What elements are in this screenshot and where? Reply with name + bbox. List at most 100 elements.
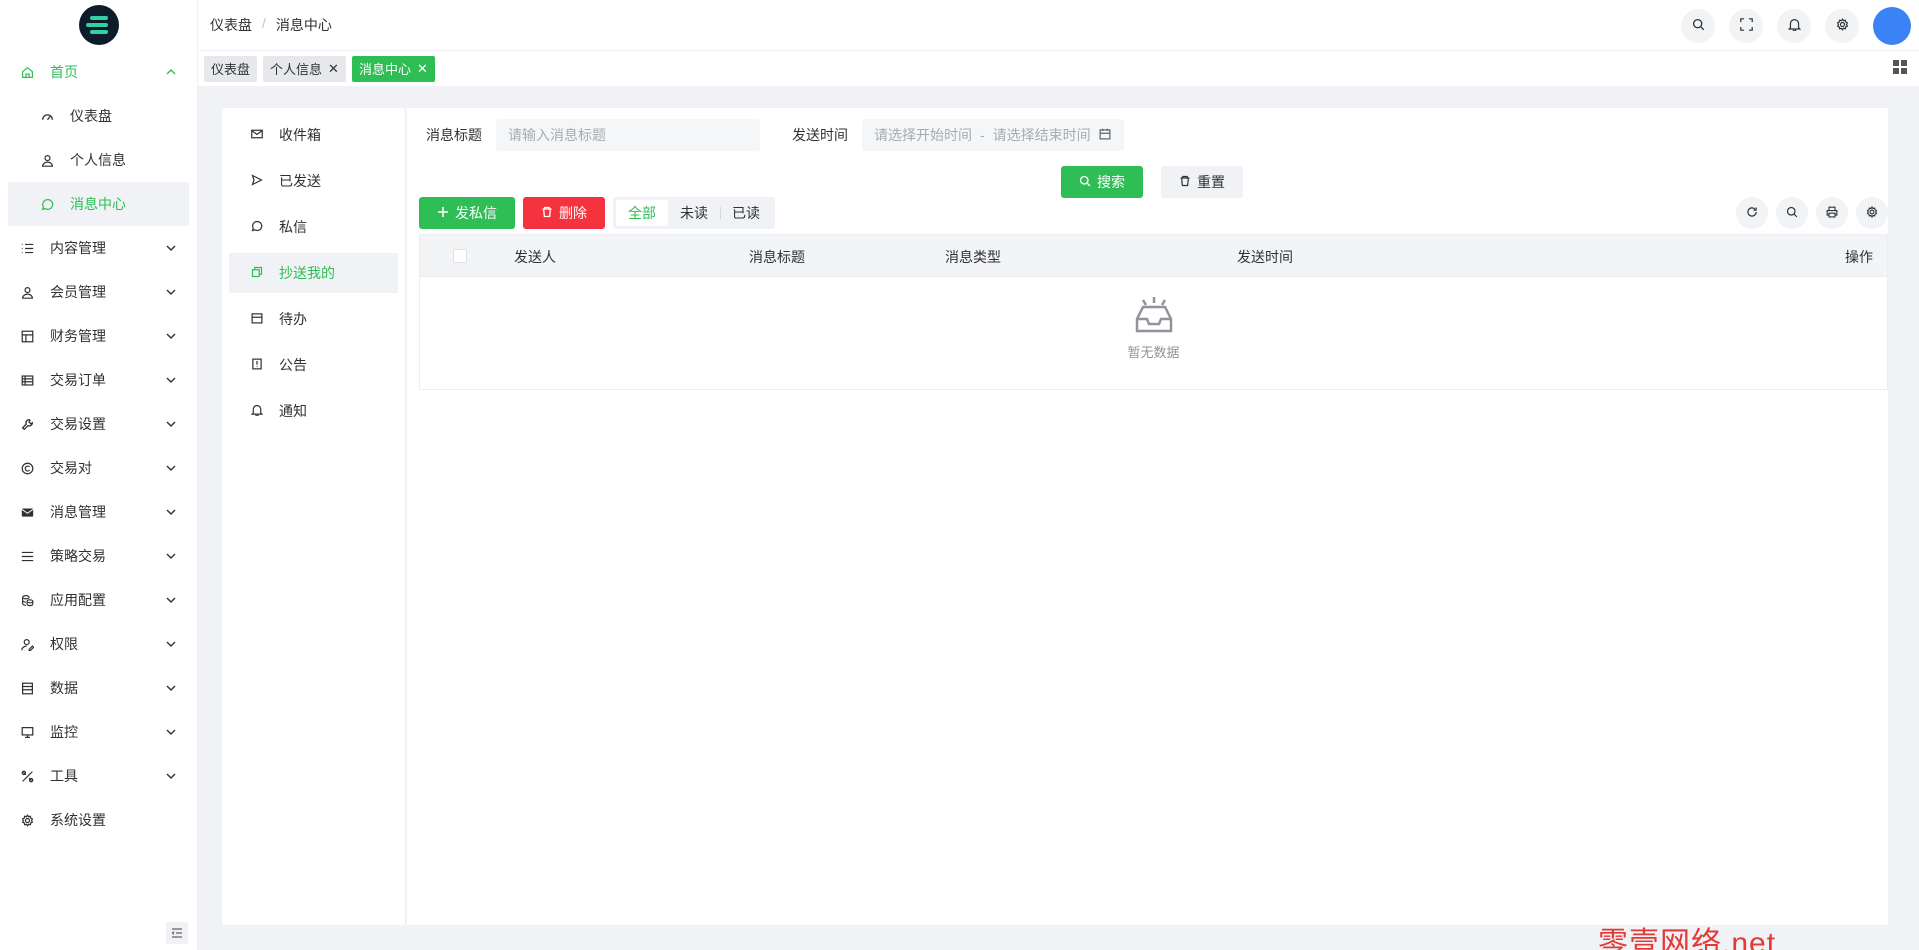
- app-logo[interactable]: [78, 5, 119, 45]
- bell-icon: [1787, 18, 1801, 34]
- trash-icon: [1179, 174, 1191, 190]
- menu-item-content[interactable]: 内容管理: [0, 226, 197, 270]
- message-nav-label: 通知: [279, 403, 307, 419]
- menu-item-data[interactable]: 数据: [0, 666, 197, 710]
- refresh-button[interactable]: [1736, 197, 1768, 229]
- settings-button[interactable]: [1825, 9, 1859, 43]
- copyright-icon: [20, 461, 34, 475]
- fullscreen-icon: [1739, 18, 1753, 34]
- chevron-down-icon: [165, 285, 177, 301]
- search-form: 消息标题 请输入消息标题 发送时间 请选择开始时间 - 请选择结束时间: [426, 119, 1124, 151]
- submenu-item-label: 消息中心: [70, 196, 126, 212]
- tag-dashboard[interactable]: 仪表盘: [204, 55, 258, 82]
- column-header-title[interactable]: 消息标题: [749, 247, 805, 267]
- message-nav-cc[interactable]: 抄送我的: [229, 253, 398, 293]
- segment-read[interactable]: 已读: [720, 200, 772, 226]
- tag-message-center[interactable]: 消息中心 ✕: [351, 55, 435, 82]
- menu-item-monitoring[interactable]: 监控: [0, 710, 197, 754]
- time-range-picker[interactable]: 请选择开始时间 - 请选择结束时间: [862, 119, 1124, 151]
- chevron-down-icon: [165, 593, 177, 609]
- column-header-time[interactable]: 发送时间: [1237, 247, 1293, 267]
- menu-item-orders[interactable]: 交易订单: [0, 358, 197, 402]
- grid-icon[interactable]: [1893, 60, 1907, 77]
- search-icon: [1079, 174, 1091, 190]
- chat-icon: [251, 219, 263, 235]
- reset-button[interactable]: 重置: [1161, 166, 1243, 198]
- chevron-down-icon: [165, 505, 177, 521]
- avatar[interactable]: [1873, 7, 1911, 45]
- submenu-item-message-center[interactable]: 消息中心: [8, 182, 189, 226]
- menu-item-label: 财务管理: [50, 328, 106, 344]
- collapse-sidebar-button[interactable]: [166, 922, 188, 944]
- menu-item-trade-settings[interactable]: 交易设置: [0, 402, 197, 446]
- menu-item-home[interactable]: 首页: [0, 50, 197, 94]
- title-filter-label: 消息标题: [426, 127, 482, 143]
- database-icon: [20, 681, 34, 695]
- tag-label: 个人信息: [270, 62, 323, 77]
- message-nav-todo[interactable]: 待办: [229, 299, 398, 339]
- message-nav-inbox[interactable]: 收件箱: [229, 115, 398, 155]
- menu-item-system-settings[interactable]: 系统设置: [0, 798, 197, 842]
- delete-button[interactable]: 删除: [523, 197, 605, 229]
- message-nav-label: 待办: [279, 311, 307, 327]
- logo-area: [0, 0, 197, 50]
- chevron-down-icon: [165, 637, 177, 653]
- search-button[interactable]: [1681, 9, 1715, 43]
- breadcrumb-separator: /: [262, 15, 266, 31]
- toggle-search-button[interactable]: [1776, 197, 1808, 229]
- dashboard-icon: [40, 109, 54, 123]
- gear-icon: [1836, 18, 1849, 34]
- watermark: 零壹网络.net: [1598, 927, 1777, 950]
- search-submit-button[interactable]: 搜索: [1061, 166, 1143, 198]
- message-nav-sent[interactable]: 已发送: [229, 161, 398, 201]
- breadcrumb: 仪表盘 / 消息中心: [210, 15, 332, 35]
- title-filter-input[interactable]: 请输入消息标题: [496, 119, 760, 151]
- message-nav-notification[interactable]: 通知: [229, 391, 398, 431]
- table-icon: [20, 373, 34, 387]
- menu-item-label: 数据: [50, 680, 78, 696]
- chevron-down-icon: [165, 329, 177, 345]
- submenu-item-dashboard[interactable]: 仪表盘: [0, 94, 197, 138]
- fullscreen-button[interactable]: [1729, 9, 1763, 43]
- menu-item-permissions[interactable]: 权限: [0, 622, 197, 666]
- menu-item-finance[interactable]: 财务管理: [0, 314, 197, 358]
- menu-item-trading-pairs[interactable]: 交易对: [0, 446, 197, 490]
- column-header-sender[interactable]: 发送人: [514, 247, 556, 267]
- trash-icon: [541, 205, 553, 221]
- select-all-checkbox[interactable]: [453, 249, 467, 263]
- tag-profile[interactable]: 个人信息 ✕: [263, 55, 346, 82]
- compose-button-label: 发私信: [455, 205, 497, 221]
- close-icon[interactable]: ✕: [328, 61, 339, 77]
- message-content: 消息标题 请输入消息标题 发送时间 请选择开始时间 - 请选择结束时间 搜索 重…: [407, 108, 1888, 925]
- message-nav-panel: 收件箱 已发送 私信 抄送我的 待办 公告 通知: [222, 108, 405, 925]
- segment-unread[interactable]: 未读: [668, 200, 720, 226]
- column-settings-button[interactable]: [1856, 197, 1888, 229]
- time-filter-label: 发送时间: [792, 127, 848, 143]
- breadcrumb-item[interactable]: 仪表盘: [210, 15, 252, 35]
- menu-item-label: 消息管理: [50, 504, 106, 520]
- message-nav-announcement[interactable]: 公告: [229, 345, 398, 385]
- sidebar: 首页 仪表盘 个人信息 消息中心 内容管理 会员管理 财务管理 交易订单 交易设…: [0, 0, 198, 950]
- empty-inbox-icon: [420, 295, 1887, 338]
- end-time-placeholder: 请选择结束时间: [992, 127, 1091, 143]
- menu-item-message-management[interactable]: 消息管理: [0, 490, 197, 534]
- menu-item-label: 内容管理: [50, 240, 106, 256]
- message-nav-label: 私信: [279, 219, 307, 235]
- top-header: 仪表盘 / 消息中心: [198, 0, 1919, 51]
- submenu-item-profile[interactable]: 个人信息: [0, 138, 197, 182]
- column-header-type[interactable]: 消息类型: [945, 247, 1001, 267]
- segment-all[interactable]: 全部: [616, 200, 668, 226]
- read-status-filter: 全部 未读 已读: [613, 197, 775, 229]
- close-icon[interactable]: ✕: [417, 61, 428, 77]
- compose-message-button[interactable]: 发私信: [419, 197, 515, 229]
- menu-item-app-config[interactable]: 应用配置: [0, 578, 197, 622]
- message-nav-private[interactable]: 私信: [229, 207, 398, 247]
- menu-item-strategy-trading[interactable]: 策略交易: [0, 534, 197, 578]
- menu-item-tools[interactable]: 工具: [0, 754, 197, 798]
- print-button[interactable]: [1816, 197, 1848, 229]
- notifications-button[interactable]: [1777, 9, 1811, 43]
- chevron-up-icon: [165, 65, 177, 81]
- submenu-item-label: 仪表盘: [70, 108, 112, 124]
- monitor-icon: [20, 725, 34, 739]
- menu-item-members[interactable]: 会员管理: [0, 270, 197, 314]
